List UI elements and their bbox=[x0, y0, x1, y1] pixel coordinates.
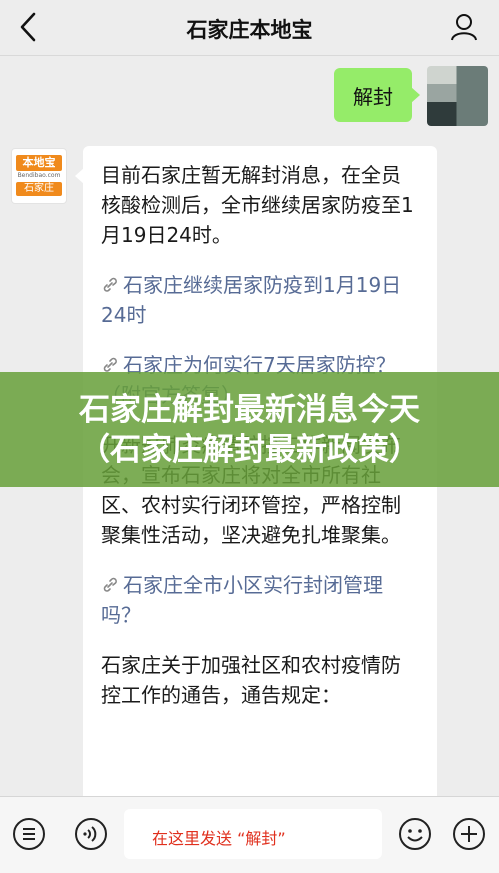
reply-body-3: 石家庄关于加强社区和农村疫情防控工作的通告，通告规定： bbox=[101, 653, 401, 707]
user-profile-icon[interactable] bbox=[449, 12, 479, 42]
article-link-1-text[interactable]: 石家庄继续居家防疫到1月19日24时 bbox=[101, 273, 401, 327]
headline-line-1: 石家庄解封最新消息今天 bbox=[79, 392, 420, 428]
headline-line-2: （石家庄解封最新政策） bbox=[79, 432, 420, 468]
add-more-icon[interactable] bbox=[452, 817, 486, 851]
avatar-url-label: Bendibao.com bbox=[17, 172, 61, 179]
menu-list-icon[interactable] bbox=[12, 817, 46, 851]
avatar-city-label: 石家庄 bbox=[16, 182, 62, 196]
chat-title: 石家庄本地宝 bbox=[186, 18, 313, 42]
input-bar: 在这里发送 “解封” bbox=[0, 796, 499, 873]
account-avatar[interactable]: 本地宝 Bendibao.com 石家庄 bbox=[11, 148, 67, 204]
link-icon bbox=[103, 277, 117, 292]
headline-banner: 石家庄解封最新消息今天 （石家庄解封最新政策） bbox=[0, 372, 499, 487]
emoji-icon[interactable] bbox=[398, 817, 432, 851]
avatar-brand-label: 本地宝 bbox=[16, 155, 62, 171]
article-link-1[interactable]: 石家庄继续居家防疫到1月19日24时 bbox=[101, 270, 419, 330]
link-icon bbox=[103, 577, 117, 592]
article-link-3[interactable]: 石家庄全市小区实行封闭管理吗？ bbox=[101, 570, 419, 630]
top-bar: 石家庄本地宝 bbox=[0, 0, 499, 56]
message-input[interactable]: 在这里发送 “解封” bbox=[124, 809, 382, 859]
voice-icon[interactable] bbox=[74, 817, 108, 851]
my-avatar[interactable] bbox=[427, 66, 488, 126]
my-message-bubble[interactable]: 解封 bbox=[334, 68, 420, 122]
article-link-3-text[interactable]: 石家庄全市小区实行封闭管理吗？ bbox=[101, 573, 383, 627]
reply-intro: 目前石家庄暂无解封消息，在全员核酸检测后，全市继续居家防疫至1月19日24时。 bbox=[101, 163, 414, 247]
